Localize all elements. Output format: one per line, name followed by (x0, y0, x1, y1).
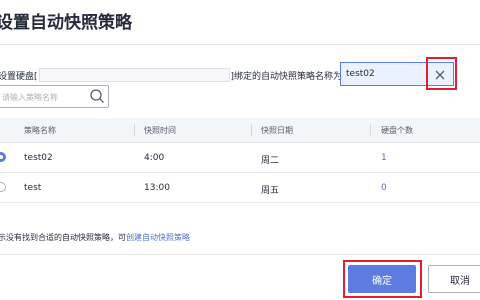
hint-message: 示没有找到合适的自动快照策略，可 (0, 233, 126, 242)
policy-name-cell: test02 (24, 153, 53, 163)
table-row[interactable]: test02 4:00 周二 1 (0, 143, 480, 173)
column-header-time: 快照时间 (144, 126, 176, 135)
column-header-disks: 硬盘个数 (381, 126, 413, 135)
header-divider (0, 44, 480, 45)
policy-search-input[interactable]: 请输入策略名称 (0, 85, 109, 108)
policy-name-value: test02 (346, 69, 375, 79)
column-separator (134, 124, 135, 136)
column-header-date: 快照日期 (261, 126, 293, 135)
search-icon[interactable] (89, 88, 105, 104)
snapshot-time-cell: 13:00 (144, 183, 170, 193)
column-separator (370, 124, 371, 136)
instruction-suffix: ]绑定的自动快照策略名称为: (230, 71, 346, 82)
search-placeholder: 请输入策略名称 (2, 93, 58, 102)
disk-count-link[interactable]: 0 (381, 183, 387, 193)
snapshot-date-cell: 周五 (261, 186, 280, 196)
disk-count-link[interactable]: 1 (381, 153, 387, 163)
footer-divider (0, 254, 480, 255)
row-radio-selected[interactable] (0, 152, 6, 162)
confirm-button-highlight (343, 260, 422, 298)
row-radio[interactable] (0, 182, 6, 192)
clear-button-highlight (426, 57, 457, 90)
dialog-title: 设置自动快照策略 (0, 13, 132, 33)
policy-table: 策略名称 快照时间 快照日期 硬盘个数 test02 4:00 周二 1 tes… (0, 118, 480, 203)
table-header: 策略名称 快照时间 快照日期 硬盘个数 (0, 118, 480, 143)
policy-name-cell: test (24, 183, 42, 193)
column-header-name: 策略名称 (24, 126, 56, 135)
auto-snapshot-policy-dialog: 设置自动快照策略 设置硬盘[ ]绑定的自动快照策略名称为: test02 请输入… (0, 0, 480, 300)
cancel-button[interactable]: 取消 (428, 265, 480, 293)
instruction-prefix: 设置硬盘[ (0, 71, 38, 82)
hint-text: 示没有找到合适的自动快照策略，可创建自动快照策略 (0, 232, 190, 243)
column-separator (251, 124, 252, 136)
create-policy-link[interactable]: 创建自动快照策略 (126, 233, 190, 242)
snapshot-time-cell: 4:00 (144, 153, 165, 163)
table-row[interactable]: test 13:00 周五 0 (0, 173, 480, 203)
instruction-text: 设置硬盘[ ]绑定的自动快照策略名称为: (0, 68, 345, 82)
redacted-disk-name (38, 68, 230, 82)
snapshot-date-cell: 周二 (261, 156, 280, 166)
